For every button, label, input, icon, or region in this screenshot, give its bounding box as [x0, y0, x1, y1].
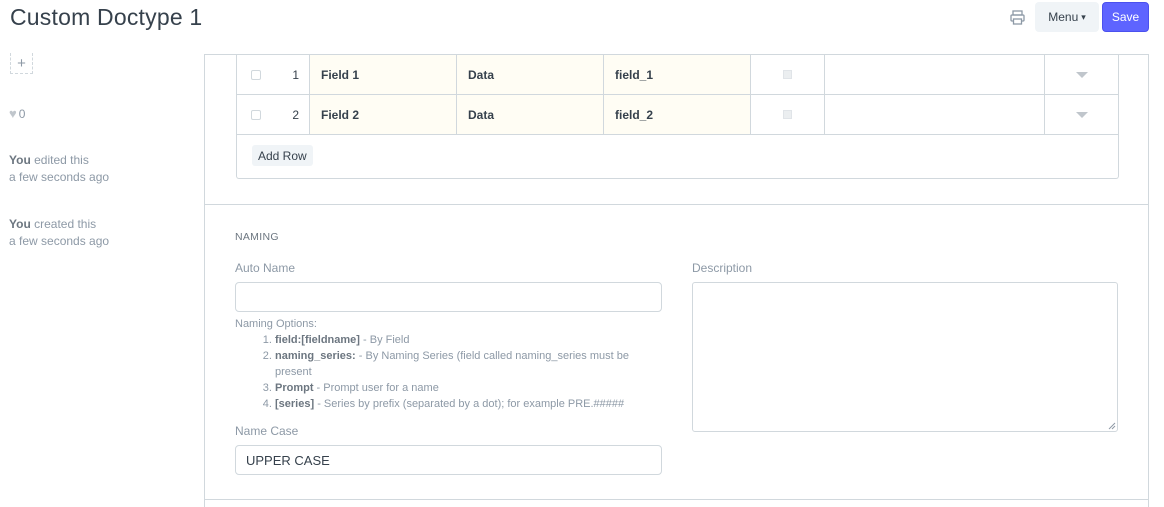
option-name: field:[fieldname]	[275, 334, 360, 346]
row-checkbox[interactable]	[251, 109, 261, 120]
mandatory-checkbox[interactable]	[783, 70, 792, 79]
description-textarea[interactable]	[692, 282, 1118, 432]
row-expand[interactable]	[1045, 95, 1118, 134]
heart-icon: ♥	[9, 106, 17, 121]
options-cell[interactable]	[825, 55, 1045, 94]
fields-table: 1 Field 1 Data field_1 2 Field 2 Data fi…	[236, 55, 1119, 179]
mandatory-checkbox[interactable]	[783, 110, 792, 119]
auto-name-input[interactable]	[235, 282, 662, 312]
row-index: 2	[275, 95, 310, 134]
option-text: - Prompt user for a name	[313, 382, 439, 394]
activity-time: a few seconds ago	[9, 234, 110, 248]
row-expand[interactable]	[1045, 55, 1118, 94]
form-body: 1 Field 1 Data field_1 2 Field 2 Data fi…	[204, 54, 1149, 507]
add-tag-button[interactable]: +	[10, 53, 33, 74]
likes-count: 0	[18, 106, 26, 121]
activity-action: created this	[30, 217, 97, 231]
table-row[interactable]: 1 Field 1 Data field_1	[237, 55, 1118, 95]
activity-item: You edited this a few seconds ago	[9, 152, 109, 186]
add-row-button[interactable]: Add Row	[252, 145, 313, 166]
name-case-select[interactable]: UPPER CASE	[235, 445, 662, 475]
section-title: NAMING	[235, 231, 279, 243]
name-case-label: Name Case	[235, 424, 299, 438]
row-index: 1	[275, 55, 310, 94]
naming-options-list: field:[fieldname] - By Field naming_seri…	[275, 332, 665, 412]
menu-button[interactable]: Menu ▾	[1035, 2, 1099, 32]
menu-button-label: Menu	[1048, 10, 1079, 24]
activity-action: edited this	[30, 153, 89, 167]
activity-time: a few seconds ago	[9, 170, 110, 184]
list-item: naming_series: - By Naming Series (field…	[275, 348, 665, 380]
resize-grip-icon[interactable]	[1108, 422, 1116, 430]
activity-user[interactable]: You	[9, 217, 31, 231]
option-name: naming_series:	[275, 350, 356, 362]
list-item: [series] - Series by prefix (separated b…	[275, 396, 665, 412]
option-text: - Series by prefix (separated by a dot);…	[314, 398, 625, 410]
description-label: Description	[692, 261, 753, 275]
field-label-cell[interactable]: Field 1	[310, 55, 457, 94]
page-header: Custom Doctype 1 Menu ▾ Save	[0, 0, 1164, 40]
option-name: Prompt	[275, 382, 314, 394]
field-type-cell[interactable]: Data	[457, 55, 604, 94]
row-select[interactable]	[237, 55, 275, 94]
caret-down-icon: ▾	[1081, 11, 1086, 22]
chevron-down-icon[interactable]	[1075, 71, 1088, 78]
chevron-down-icon[interactable]	[1075, 111, 1088, 118]
help-intro: Naming Options:	[235, 318, 317, 330]
activity-item: You created this a few seconds ago	[9, 216, 109, 250]
options-cell[interactable]	[825, 95, 1045, 134]
field-label-cell[interactable]: Field 2	[310, 95, 457, 134]
mandatory-cell[interactable]	[751, 55, 825, 94]
row-checkbox[interactable]	[251, 69, 261, 80]
activity-user[interactable]: You	[9, 153, 31, 167]
section-divider	[205, 204, 1148, 205]
mandatory-cell[interactable]	[751, 95, 825, 134]
save-button[interactable]: Save	[1102, 2, 1149, 32]
table-row[interactable]: 2 Field 2 Data field_2	[237, 95, 1118, 135]
field-type-cell[interactable]: Data	[457, 95, 604, 134]
auto-name-label: Auto Name	[235, 261, 296, 275]
list-item: Prompt - Prompt user for a name	[275, 380, 665, 396]
page-title: Custom Doctype 1	[10, 4, 203, 30]
field-name-cell[interactable]: field_2	[604, 95, 751, 134]
option-name: [series]	[275, 398, 315, 410]
field-name-cell[interactable]: field_1	[604, 55, 751, 94]
naming-help: Naming Options: field:[fieldname] - By F…	[235, 316, 665, 412]
printer-icon[interactable]	[1008, 8, 1028, 28]
option-text: - By Field	[359, 334, 410, 346]
section-divider	[205, 499, 1148, 500]
likes[interactable]: ♥ 0	[9, 106, 25, 121]
row-select[interactable]	[237, 95, 275, 134]
list-item: field:[fieldname] - By Field	[275, 332, 665, 348]
